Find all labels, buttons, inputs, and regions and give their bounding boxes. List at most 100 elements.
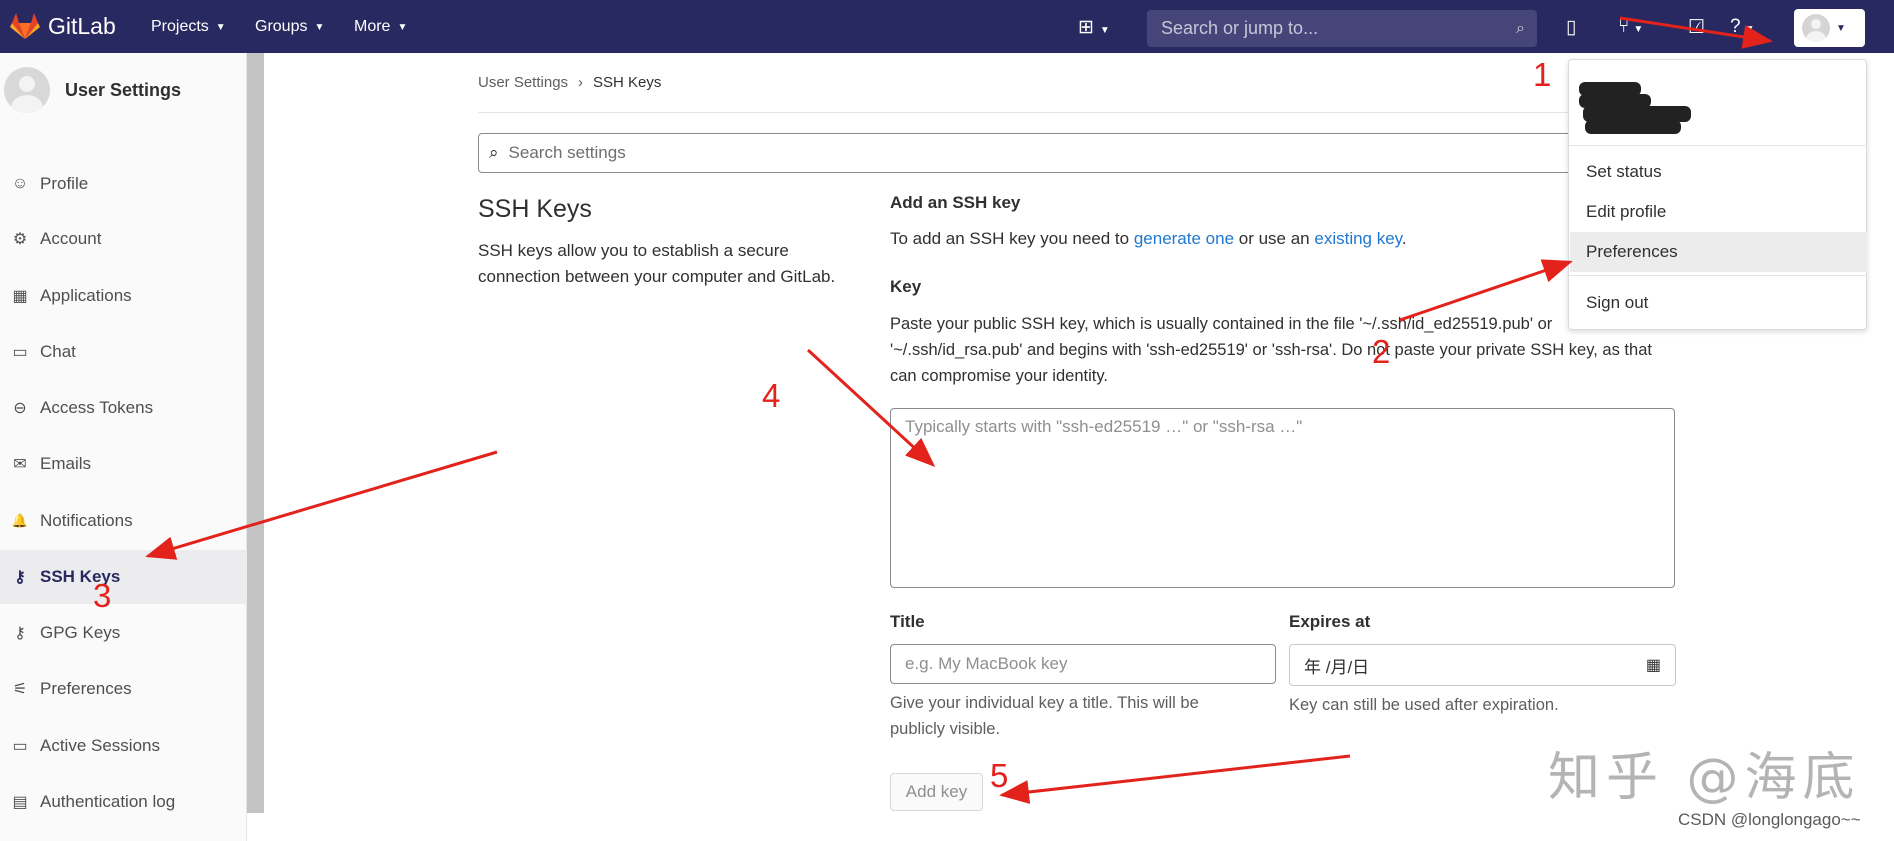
watermark: 知乎 @海底 (1548, 748, 1861, 808)
global-search[interactable]: ⌕ (1147, 10, 1537, 47)
sidebar-item-chat[interactable]: ▭ Chat (0, 325, 247, 379)
sidebar-scrollbar[interactable] (247, 53, 264, 813)
log-icon: ▤ (12, 794, 28, 811)
more-label: More (354, 18, 391, 35)
sidebar-header[interactable]: User Settings (4, 67, 181, 113)
preferences-icon: ⚟ (12, 681, 28, 698)
intro-text: or use an (1234, 229, 1315, 248)
title-input[interactable] (890, 644, 1276, 684)
chevron-down-icon: ▼ (1836, 22, 1846, 34)
expires-date-input[interactable]: 年 /月/日 ▦ (1289, 644, 1676, 686)
divider (478, 112, 1676, 113)
gitlab-logo[interactable]: GitLab (10, 12, 116, 40)
chevron-down-icon: ▼ (397, 21, 408, 33)
annotation-number: 3 (93, 577, 112, 614)
help-icon: ? (1730, 16, 1741, 37)
breadcrumb-current[interactable]: SSH Keys (593, 74, 661, 91)
divider (1569, 275, 1866, 276)
menu-item-preferences[interactable]: Preferences (1570, 232, 1867, 272)
sidebar-item-label: GPG Keys (40, 623, 121, 642)
settings-sidebar: User Settings ☺ Profile ⚙ Account ▦ Applica… (0, 53, 247, 841)
existing-key-link[interactable]: existing key (1314, 229, 1402, 248)
annotation-number: 2 (1372, 333, 1391, 370)
projects-label: Projects (151, 18, 209, 35)
sidebar-item-label: Emails (40, 454, 92, 473)
menu-item-edit-profile[interactable]: Edit profile (1570, 192, 1867, 232)
page-title: SSH Keys (478, 195, 592, 223)
add-key-button[interactable]: Add key (890, 773, 983, 811)
settings-search-input[interactable] (506, 142, 1611, 164)
merge-requests-button[interactable]: ⑂ ▼ (1618, 16, 1643, 38)
user-menu-button[interactable]: ▼ (1794, 9, 1865, 47)
monitor-icon: ▭ (12, 738, 28, 755)
menu-item-set-status[interactable]: Set status (1570, 152, 1867, 192)
key-label: Key (890, 277, 922, 296)
annotation-number: 5 (990, 757, 1009, 794)
sidebar-item-profile[interactable]: ☺ Profile (0, 157, 247, 211)
profile-icon: ☺ (11, 175, 29, 192)
sidebar-item-gpg-keys[interactable]: ⚷ GPG Keys (0, 606, 247, 660)
avatar (1802, 14, 1830, 42)
account-icon: ⚙ (12, 231, 28, 248)
key-icon: ⚷ (14, 569, 26, 586)
breadcrumb: User Settings › SSH Keys (478, 74, 661, 91)
chevron-down-icon: ▼ (314, 21, 325, 33)
search-icon: ⌕ (1516, 19, 1525, 37)
sidebar-item-emails[interactable]: ✉ Emails (0, 437, 247, 491)
breadcrumb-parent[interactable]: User Settings (478, 74, 568, 91)
intro-text: . (1401, 229, 1407, 248)
chevron-down-icon: ▼ (1633, 24, 1644, 35)
todos-button[interactable]: ☑ (1688, 16, 1705, 39)
token-icon: ⊖ (13, 400, 27, 417)
settings-search[interactable]: ⌕ (478, 133, 1676, 173)
issues-button[interactable]: ▯ (1566, 16, 1576, 39)
annotation-number: 1 (1533, 56, 1552, 93)
sidebar-item-account[interactable]: ⚙ Account (0, 212, 247, 266)
expires-help-text: Key can still be used after expiration. (1289, 696, 1559, 714)
key-textarea[interactable] (890, 408, 1675, 588)
avatar (4, 67, 50, 113)
title-help-text: Give your individual key a title. This w… (890, 694, 1199, 738)
sidebar-item-ssh-keys[interactable]: ⚷ SSH Keys (0, 550, 247, 604)
chat-icon: ▭ (12, 344, 28, 361)
top-navbar: GitLab Projects ▼ Groups ▼ More ▼ ⊞▼ ⌕ ▯… (0, 0, 1894, 53)
gitlab-tanuki-icon (10, 13, 40, 39)
divider (1569, 145, 1866, 146)
global-search-input[interactable] (1159, 17, 1483, 40)
sidebar-item-notifications[interactable]: 🔔 Notifications (0, 494, 247, 548)
chevron-down-icon: ▼ (215, 21, 226, 33)
redacted-username (1585, 120, 1681, 134)
user-dropdown-menu: Set status Edit profile Preferences Sign… (1568, 59, 1867, 330)
intro-text: To add an SSH key you need to (890, 229, 1134, 248)
projects-menu[interactable]: Projects ▼ (151, 18, 226, 36)
expires-label: Expires at (1289, 612, 1371, 631)
annotation-arrow-5 (999, 754, 1351, 804)
plus-square-icon: ⊞ (1078, 17, 1094, 38)
sidebar-item-preferences[interactable]: ⚟ Preferences (0, 662, 247, 716)
help-button[interactable]: ? ▼ (1730, 16, 1754, 38)
search-icon: ⌕ (489, 143, 499, 162)
sidebar-item-label: Chat (40, 342, 76, 361)
mail-icon: ✉ (13, 456, 27, 473)
chevron-down-icon: ▼ (1744, 24, 1755, 35)
key-help-text: Paste your public SSH key, which is usua… (890, 315, 1652, 385)
chevron-down-icon: ▼ (1099, 25, 1110, 36)
menu-item-sign-out[interactable]: Sign out (1570, 283, 1867, 323)
sidebar-item-access-tokens[interactable]: ⊖ Access Tokens (0, 381, 247, 435)
brand-name: GitLab (48, 12, 116, 39)
sidebar-item-authentication-log[interactable]: ▤ Authentication log (0, 775, 247, 829)
groups-menu[interactable]: Groups ▼ (255, 18, 324, 36)
source-credit: CSDN @longlongago~~ (1678, 810, 1861, 829)
sidebar-item-label: Access Tokens (40, 398, 154, 417)
more-menu[interactable]: More ▼ (354, 18, 407, 36)
sidebar-item-active-sessions[interactable]: ▭ Active Sessions (0, 719, 247, 773)
sidebar-item-label: Account (40, 229, 102, 248)
calendar-icon[interactable]: ▦ (1646, 655, 1661, 675)
add-ssh-key-intro: To add an SSH key you need to generate o… (890, 229, 1407, 249)
generate-one-link[interactable]: generate one (1134, 229, 1234, 248)
title-label: Title (890, 612, 925, 631)
groups-label: Groups (255, 18, 308, 35)
sidebar-item-applications[interactable]: ▦ Applications (0, 269, 247, 323)
new-item-button[interactable]: ⊞ ▼ (1078, 16, 1110, 39)
annotation-number: 4 (762, 377, 781, 414)
